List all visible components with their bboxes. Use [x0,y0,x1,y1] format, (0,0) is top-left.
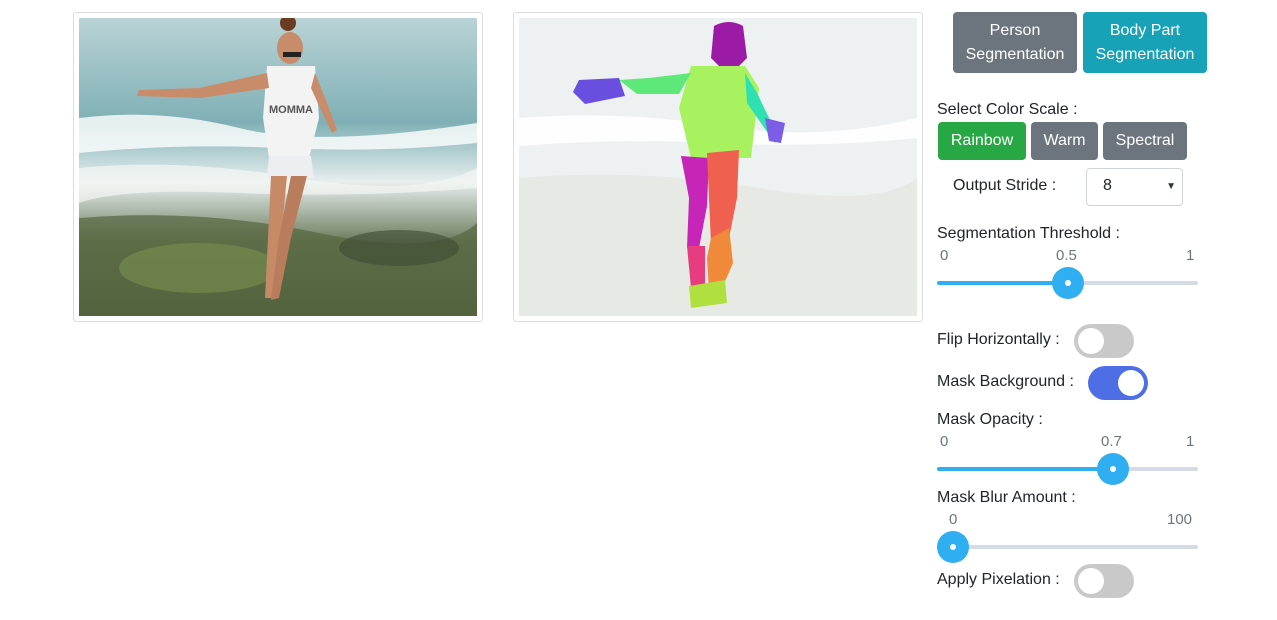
slider-handle[interactable] [1097,453,1130,485]
person-segmentation-button[interactable]: Person Segmentation [953,12,1077,73]
apply-pixelation-label: Apply Pixelation : [937,571,1060,588]
segmentation-output [519,18,917,316]
mask-opacity-label: Mask Opacity : [937,411,1043,428]
output-stride-value: 8 [1103,177,1112,194]
mask-background-toggle[interactable] [1088,366,1148,400]
flip-horizontally-toggle[interactable] [1074,324,1134,358]
mask-blur-slider[interactable] [937,531,1198,563]
toggle-knob [1078,328,1104,354]
person-segmentation-line1: Person [989,21,1041,39]
body-part-segmentation-line2: Segmentation [1095,45,1195,63]
mask-opacity-slider[interactable] [937,453,1198,485]
slider-handle[interactable] [937,531,969,563]
input-image-card: MOMMA [73,12,483,322]
threshold-min: 0 [940,247,949,264]
slider-handle[interactable] [1051,267,1084,299]
threshold-max: 1 [1186,247,1195,264]
blur-min: 0 [949,511,958,528]
slider-fill [937,281,1068,285]
opacity-value: 0.7 [1101,433,1122,450]
mask-background-label: Mask Background : [937,373,1074,390]
color-scale-label: Select Color Scale : [937,101,1078,118]
apply-pixelation-toggle[interactable] [1074,564,1134,598]
toggle-knob [1078,568,1104,594]
body-part-segmentation-button[interactable]: Body Part Segmentation [1083,12,1207,73]
opacity-min: 0 [940,433,949,450]
body-part-segmentation-line1: Body Part [1109,21,1181,39]
output-stride-label: Output Stride : [953,177,1057,194]
opacity-max: 1 [1186,433,1195,450]
controls-panel: Person Segmentation Body Part Segmentati… [937,0,1217,620]
flip-horizontally-label: Flip Horizontally : [937,331,1060,348]
toggle-knob [1118,370,1144,396]
blur-max: 100 [1167,511,1193,528]
input-photo: MOMMA [79,18,477,316]
threshold-value: 0.5 [1056,247,1077,264]
svg-text:MOMMA: MOMMA [269,104,313,116]
output-stride-select[interactable]: 8 ▼ [1086,168,1183,206]
segmentation-threshold-slider[interactable] [937,267,1198,299]
rainbow-button[interactable]: Rainbow [938,122,1026,160]
spectral-button[interactable]: Spectral [1103,122,1187,160]
output-image-card [513,12,923,322]
mask-blur-label: Mask Blur Amount : [937,489,1076,506]
person-segmentation-line2: Segmentation [965,45,1065,63]
warm-button[interactable]: Warm [1031,122,1098,160]
segmentation-threshold-label: Segmentation Threshold : [937,225,1120,242]
chevron-down-icon: ▼ [1166,181,1176,192]
slider-fill [937,467,1114,471]
